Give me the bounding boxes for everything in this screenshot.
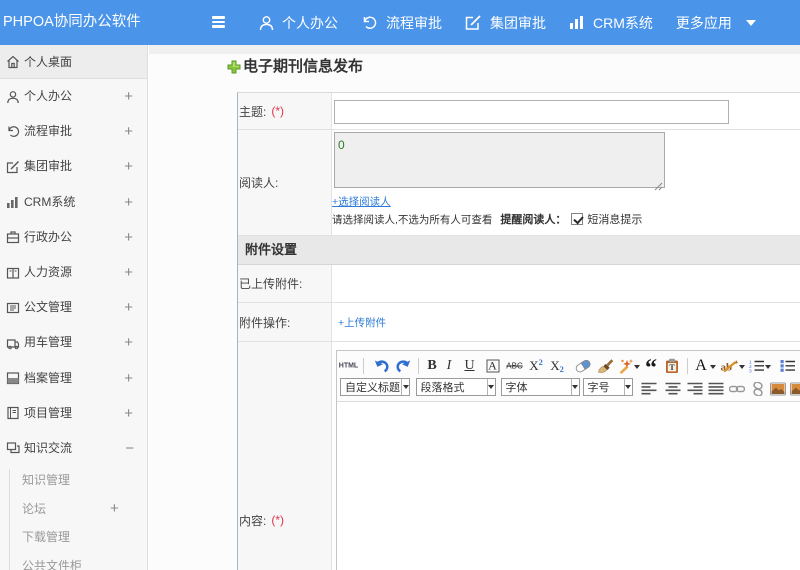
svg-text:T: T bbox=[669, 363, 675, 372]
svg-text:3: 3 bbox=[749, 369, 752, 374]
